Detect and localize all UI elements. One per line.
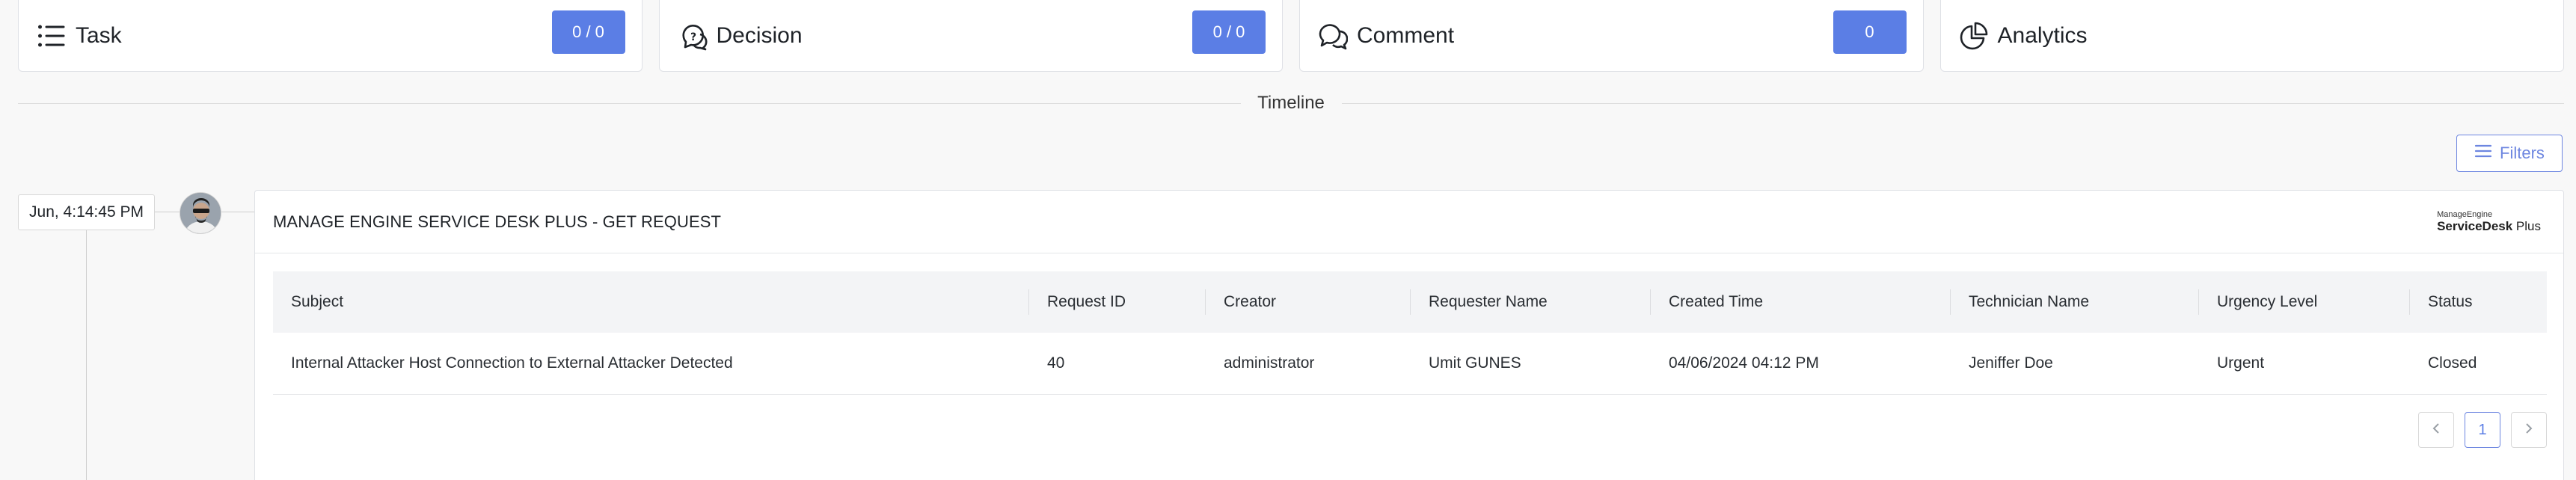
comment-card-title: Comment: [1357, 22, 1455, 48]
timeline-entry-panel: MANAGE ENGINE SERVICE DESK PLUS - GET RE…: [254, 190, 2564, 480]
decision-bubble-icon: ?: [676, 19, 709, 52]
brand-line-2: ServiceDesk Plus: [2437, 219, 2541, 234]
page-button-current[interactable]: 1: [2465, 412, 2500, 448]
entry-timestamp: Jun, 4:14:45 PM: [18, 194, 155, 230]
column-header[interactable]: Status: [2410, 271, 2547, 333]
task-count-badge[interactable]: 0 / 0: [551, 10, 625, 54]
cell-urgency-level: Urgent: [2217, 354, 2265, 372]
cell-subject: Internal Attacker Host Connection to Ext…: [291, 354, 733, 372]
decision-card[interactable]: ? Decision 0 / 0: [658, 0, 1283, 72]
cell-created-time: 04/06/2024 04:12 PM: [1669, 354, 1819, 372]
panel-title: MANAGE ENGINE SERVICE DESK PLUS - GET RE…: [273, 212, 722, 231]
timeline-divider: Timeline: [18, 88, 2564, 118]
cell-status: Closed: [2428, 354, 2477, 372]
servicedesk-plus-logo: ManageEngine ServiceDesk Plus: [2437, 210, 2541, 234]
analytics-card-title: Analytics: [1997, 22, 2088, 48]
cell-creator: administrator: [1224, 354, 1315, 372]
filters-label: Filters: [2500, 144, 2545, 162]
decision-count-badge[interactable]: 0 / 0: [1192, 10, 1266, 54]
comment-bubbles-icon: [1316, 19, 1349, 52]
cell-technician-name: Jeniffer Doe: [1969, 354, 2053, 372]
task-list-icon: [35, 19, 68, 52]
svg-text:?: ?: [690, 31, 696, 43]
column-header[interactable]: Creator: [1206, 271, 1411, 333]
analytics-card[interactable]: Analytics: [1939, 0, 2564, 72]
summary-cards: Task 0 / 0 ? Decision 0 / 0 Comment 0 An…: [18, 0, 2564, 72]
table-header-row: Subject Request ID Creator Requester Nam…: [273, 271, 2547, 333]
brand-line-1: ManageEngine: [2437, 210, 2493, 219]
request-table: Subject Request ID Creator Requester Nam…: [273, 271, 2547, 395]
pagination: 1: [2418, 412, 2547, 448]
pie-chart-icon: [1957, 19, 1990, 52]
incident-timeline-page: Task 0 / 0 ? Decision 0 / 0 Comment 0 An…: [0, 0, 2576, 480]
chevron-right-icon: [2524, 422, 2534, 439]
column-header[interactable]: Urgency Level: [2199, 271, 2410, 333]
decision-card-title: Decision: [716, 22, 803, 48]
filter-lines-icon: [2474, 144, 2492, 163]
cell-request-id: 40: [1047, 354, 1065, 372]
chevron-left-icon: [2431, 422, 2441, 439]
panel-header: MANAGE ENGINE SERVICE DESK PLUS - GET RE…: [255, 191, 2563, 253]
cell-requester-name: Umit GUNES: [1429, 354, 1521, 372]
task-card[interactable]: Task 0 / 0: [18, 0, 643, 72]
column-header[interactable]: Created Time: [1651, 271, 1951, 333]
column-header[interactable]: Technician Name: [1951, 271, 2199, 333]
comment-count-badge[interactable]: 0: [1833, 10, 1907, 54]
avatar[interactable]: [180, 192, 221, 234]
brand-name-bold: ServiceDesk: [2437, 219, 2513, 233]
table-row[interactable]: Internal Attacker Host Connection to Ext…: [273, 333, 2547, 394]
prev-page-button[interactable]: [2418, 412, 2454, 448]
brand-name-rest: Plus: [2512, 219, 2541, 233]
filters-button[interactable]: Filters: [2456, 135, 2563, 172]
column-header[interactable]: Subject: [273, 271, 1029, 333]
timeline-axis-line: [86, 229, 87, 480]
timeline-heading: Timeline: [1257, 93, 1325, 113]
column-header[interactable]: Request ID: [1029, 271, 1206, 333]
column-header[interactable]: Requester Name: [1411, 271, 1651, 333]
comment-card[interactable]: Comment 0: [1299, 0, 1924, 72]
task-card-title: Task: [76, 22, 122, 48]
next-page-button[interactable]: [2511, 412, 2547, 448]
